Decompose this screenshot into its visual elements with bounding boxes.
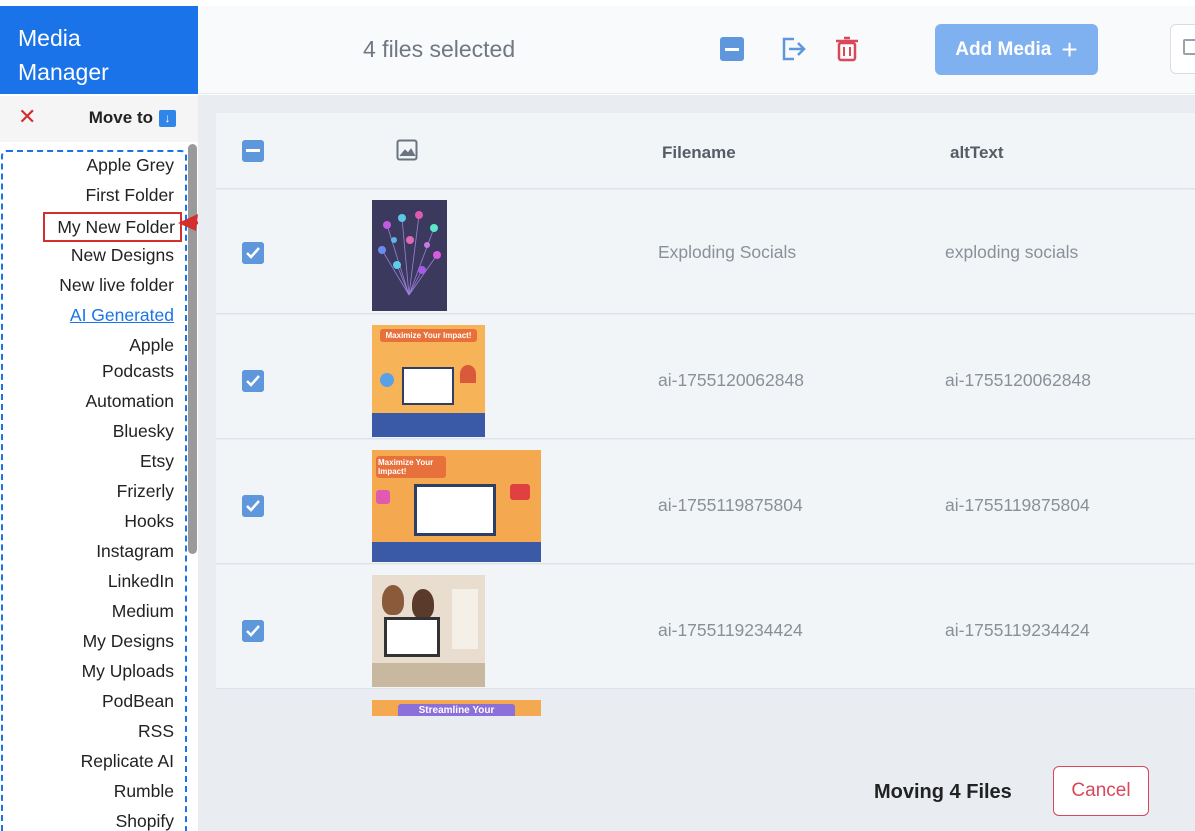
folder-label: Hooks bbox=[124, 511, 174, 531]
move-to-row: ✕ Move to ↓ bbox=[0, 96, 198, 142]
sidebar-scrollbar[interactable] bbox=[188, 144, 197, 554]
column-header-alttext[interactable]: altText bbox=[950, 143, 1004, 163]
folder-item[interactable]: My Designs bbox=[0, 626, 174, 656]
toolbar: 4 files selected Add Media + bbox=[198, 6, 1195, 94]
add-media-label: Add Media bbox=[955, 38, 1052, 60]
close-icon[interactable]: ✕ bbox=[18, 106, 36, 128]
folder-item[interactable]: My New Folder bbox=[0, 210, 182, 242]
row-checkbox[interactable] bbox=[242, 620, 264, 642]
folder-label: Automation bbox=[85, 391, 174, 411]
folder-item[interactable]: Bluesky bbox=[0, 416, 174, 446]
folder-label: New live folder bbox=[59, 275, 174, 295]
media-thumbnail: Maximize Your Impact! bbox=[372, 325, 485, 437]
grid-view-icon bbox=[1183, 39, 1195, 55]
folder-label: Shopify bbox=[115, 811, 174, 831]
folder-item[interactable]: My Uploads bbox=[0, 656, 174, 686]
folder-label: Instagram bbox=[96, 541, 174, 561]
folder-label: Bluesky bbox=[112, 421, 174, 441]
folder-item[interactable]: Etsy bbox=[0, 446, 174, 476]
row-alttext: exploding socials bbox=[945, 242, 1079, 262]
folder-label: New Designs bbox=[70, 245, 174, 265]
folder-label: Frizerly bbox=[116, 481, 174, 501]
app-title-line2: Manager bbox=[18, 59, 109, 85]
folder-label: PodBean bbox=[101, 691, 174, 711]
thumbnail-text: Maximize Your Impact! bbox=[380, 329, 477, 342]
folder-item[interactable]: Shopify bbox=[0, 806, 174, 831]
moving-status: Moving 4 Files bbox=[874, 781, 1012, 803]
table-row[interactable]: Maximize Your Impact! ai-1755119875804 a… bbox=[216, 440, 1195, 564]
folder-item[interactable]: LinkedIn bbox=[0, 566, 174, 596]
table-row[interactable]: Streamline Your bbox=[216, 690, 1195, 831]
row-alttext: ai-1755120062848 bbox=[945, 370, 1091, 390]
row-alttext: ai-1755119234424 bbox=[945, 620, 1090, 640]
add-media-button[interactable]: Add Media + bbox=[935, 24, 1098, 75]
select-all-checkbox[interactable] bbox=[242, 140, 264, 162]
folder-item[interactable]: New Designs bbox=[0, 240, 174, 270]
row-checkbox[interactable] bbox=[242, 495, 264, 517]
thumbnail-text: Maximize Your Impact! bbox=[376, 456, 446, 478]
folder-label: AI Generated bbox=[69, 305, 174, 325]
folder-label: LinkedIn bbox=[107, 571, 174, 591]
folder-label: My Designs bbox=[82, 631, 174, 651]
media-table: Filename altText Exploding Socials explo… bbox=[198, 95, 1195, 831]
folder-item[interactable]: Replicate AI bbox=[0, 746, 174, 776]
folder-label: My New Folder bbox=[43, 212, 182, 242]
folder-label: RSS bbox=[138, 721, 174, 741]
table-row[interactable]: ai-1755119234424 ai-1755119234424 bbox=[216, 565, 1195, 689]
folder-label: Medium bbox=[111, 601, 174, 621]
folder-item[interactable]: Hooks bbox=[0, 506, 174, 536]
move-to-label: Move to bbox=[88, 108, 153, 127]
row-filename: ai-1755120062848 bbox=[658, 370, 804, 390]
folder-item[interactable]: Medium bbox=[0, 596, 174, 626]
row-alttext: ai-1755119875804 bbox=[945, 495, 1090, 515]
cancel-button[interactable]: Cancel bbox=[1053, 766, 1149, 816]
folder-item[interactable]: Apple Podcasts bbox=[0, 330, 174, 386]
sidebar-header: Media Manager bbox=[0, 6, 198, 94]
plus-icon: + bbox=[1061, 33, 1078, 65]
sidebar: Media Manager ✕ Move to ↓ Apple Grey Firs… bbox=[0, 0, 198, 831]
image-icon bbox=[396, 139, 418, 161]
folder-item[interactable]: First Folder bbox=[0, 180, 174, 210]
folder-label: Rumble bbox=[113, 781, 174, 801]
row-filename: ai-1755119234424 bbox=[658, 620, 803, 640]
folder-item[interactable]: Apple Grey bbox=[0, 150, 174, 180]
app-title-line1: Media bbox=[18, 25, 81, 51]
trash-icon[interactable] bbox=[834, 36, 860, 62]
media-manager-screen: Media Manager ✕ Move to ↓ Apple Grey Firs… bbox=[0, 0, 1195, 831]
folder-label: Etsy bbox=[139, 451, 174, 471]
folder-list: Apple Grey First Folder My New Folder New D… bbox=[0, 150, 182, 831]
folder-label: Replicate AI bbox=[80, 751, 174, 771]
table-row[interactable]: Exploding Socials exploding socials bbox=[216, 190, 1195, 314]
folder-item[interactable]: Automation bbox=[0, 386, 174, 416]
folder-item[interactable]: Rumble bbox=[0, 776, 174, 806]
folder-label: Apple Podcasts bbox=[102, 335, 174, 381]
table-header: Filename altText bbox=[216, 113, 1195, 189]
folder-label: My Uploads bbox=[81, 661, 174, 681]
row-checkbox[interactable] bbox=[242, 370, 264, 392]
deselect-minus-icon[interactable] bbox=[719, 36, 745, 62]
folder-label: Apple Grey bbox=[86, 155, 174, 175]
folder-item[interactable]: AI Generated bbox=[0, 300, 174, 330]
move-out-icon[interactable] bbox=[780, 36, 806, 62]
folder-label: First Folder bbox=[85, 185, 174, 205]
view-toggle-button[interactable] bbox=[1170, 24, 1195, 74]
folder-item[interactable]: RSS bbox=[0, 716, 174, 746]
folder-item[interactable]: Frizerly bbox=[0, 476, 174, 506]
column-header-filename[interactable]: Filename bbox=[662, 143, 736, 163]
table-row[interactable]: Maximize Your Impact! ai-1755120062848 a… bbox=[216, 315, 1195, 439]
folder-item[interactable]: Instagram bbox=[0, 536, 174, 566]
move-to-header: Move to ↓ bbox=[89, 108, 176, 128]
media-thumbnail: Maximize Your Impact! bbox=[372, 450, 541, 562]
row-filename: Exploding Socials bbox=[658, 242, 797, 262]
thumbnail-text: Streamline Your bbox=[398, 704, 515, 716]
row-filename: ai-1755119875804 bbox=[658, 495, 803, 515]
folder-item[interactable]: New live folder bbox=[0, 270, 174, 300]
media-thumbnail: Streamline Your bbox=[372, 700, 541, 716]
media-thumbnail bbox=[372, 575, 485, 687]
folder-item[interactable]: PodBean bbox=[0, 686, 174, 716]
row-checkbox[interactable] bbox=[242, 242, 264, 264]
download-arrow-icon: ↓ bbox=[159, 109, 176, 127]
media-thumbnail bbox=[372, 200, 447, 311]
selection-count: 4 files selected bbox=[363, 36, 516, 62]
